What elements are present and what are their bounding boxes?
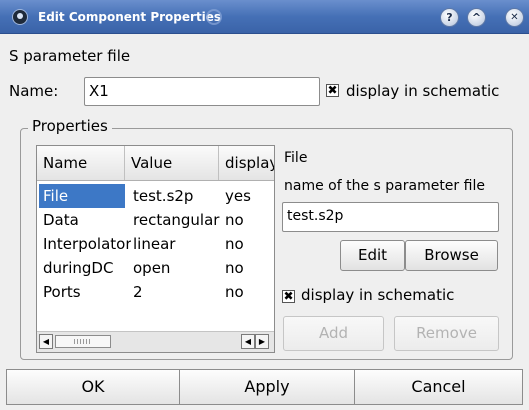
- column-header-value[interactable]: Value: [125, 146, 219, 180]
- row-display-cell: no: [225, 211, 244, 229]
- row-name-cell: Ports: [43, 283, 81, 301]
- title-decoration-icon: [206, 9, 222, 25]
- property-display-label[interactable]: display in schematic: [301, 286, 454, 304]
- name-label: Name:: [9, 82, 59, 100]
- row-value-cell: linear: [133, 235, 176, 253]
- cancel-button[interactable]: Cancel: [355, 369, 523, 405]
- help-button[interactable]: ?: [440, 8, 459, 27]
- row-value-cell: open: [133, 259, 171, 277]
- row-value-cell: rectangular: [133, 211, 220, 229]
- property-value-input[interactable]: test.s2p: [282, 202, 499, 232]
- properties-group-title: Properties: [28, 117, 112, 135]
- name-display-label[interactable]: display in schematic: [346, 82, 499, 100]
- row-value-cell: 2: [133, 283, 143, 301]
- shade-button[interactable]: ^: [467, 8, 486, 27]
- title-bar[interactable]: Edit Component Properties ? ^ ✕: [0, 0, 529, 34]
- edit-button[interactable]: Edit: [340, 240, 405, 271]
- window-title: Edit Component Properties: [38, 10, 222, 24]
- column-header-name[interactable]: Name: [37, 146, 125, 180]
- scroll-left-icon[interactable]: ◀: [39, 334, 53, 349]
- app-icon[interactable]: [12, 9, 28, 25]
- add-button[interactable]: Add: [283, 316, 384, 351]
- name-display-checkbox[interactable]: ✖: [326, 84, 339, 97]
- remove-button[interactable]: Remove: [394, 316, 499, 351]
- ok-button[interactable]: OK: [6, 369, 180, 405]
- scroll-left-icon[interactable]: ◀: [241, 334, 255, 349]
- table-header: Name Value display: [37, 146, 274, 181]
- scroll-right-icon[interactable]: ▶: [255, 334, 269, 349]
- row-name-cell: Interpolator: [43, 235, 131, 253]
- table-row[interactable]: Ports 2 no: [37, 280, 274, 304]
- table-row[interactable]: duringDC open no: [37, 256, 274, 280]
- row-value-cell: test.s2p: [133, 187, 194, 205]
- row-name-cell: duringDC: [43, 259, 114, 277]
- row-display-cell: no: [225, 259, 244, 277]
- row-display-cell: no: [225, 283, 244, 301]
- property-display-checkbox[interactable]: ✖: [282, 290, 295, 303]
- column-header-display[interactable]: display: [219, 146, 274, 180]
- table-row[interactable]: Data rectangular no: [37, 208, 274, 232]
- row-name-cell: File: [39, 184, 125, 208]
- table-row[interactable]: Interpolator linear no: [37, 232, 274, 256]
- apply-button[interactable]: Apply: [180, 369, 355, 405]
- close-button[interactable]: ✕: [505, 8, 524, 27]
- property-name-label: File: [284, 150, 308, 166]
- row-name-cell: Data: [43, 211, 79, 229]
- table-row[interactable]: File test.s2p yes: [37, 184, 274, 208]
- browse-button[interactable]: Browse: [405, 240, 498, 271]
- name-input[interactable]: X1: [84, 77, 320, 106]
- row-display-cell: yes: [225, 187, 251, 205]
- scroll-thumb[interactable]: [55, 335, 111, 348]
- property-description-label: name of the s parameter file: [284, 178, 485, 194]
- horizontal-scrollbar[interactable]: ◀ ◀ ▶: [37, 331, 274, 352]
- properties-table[interactable]: Name Value display File test.s2p yes Dat…: [36, 145, 275, 353]
- component-description: S parameter file: [9, 47, 131, 65]
- row-display-cell: no: [225, 235, 244, 253]
